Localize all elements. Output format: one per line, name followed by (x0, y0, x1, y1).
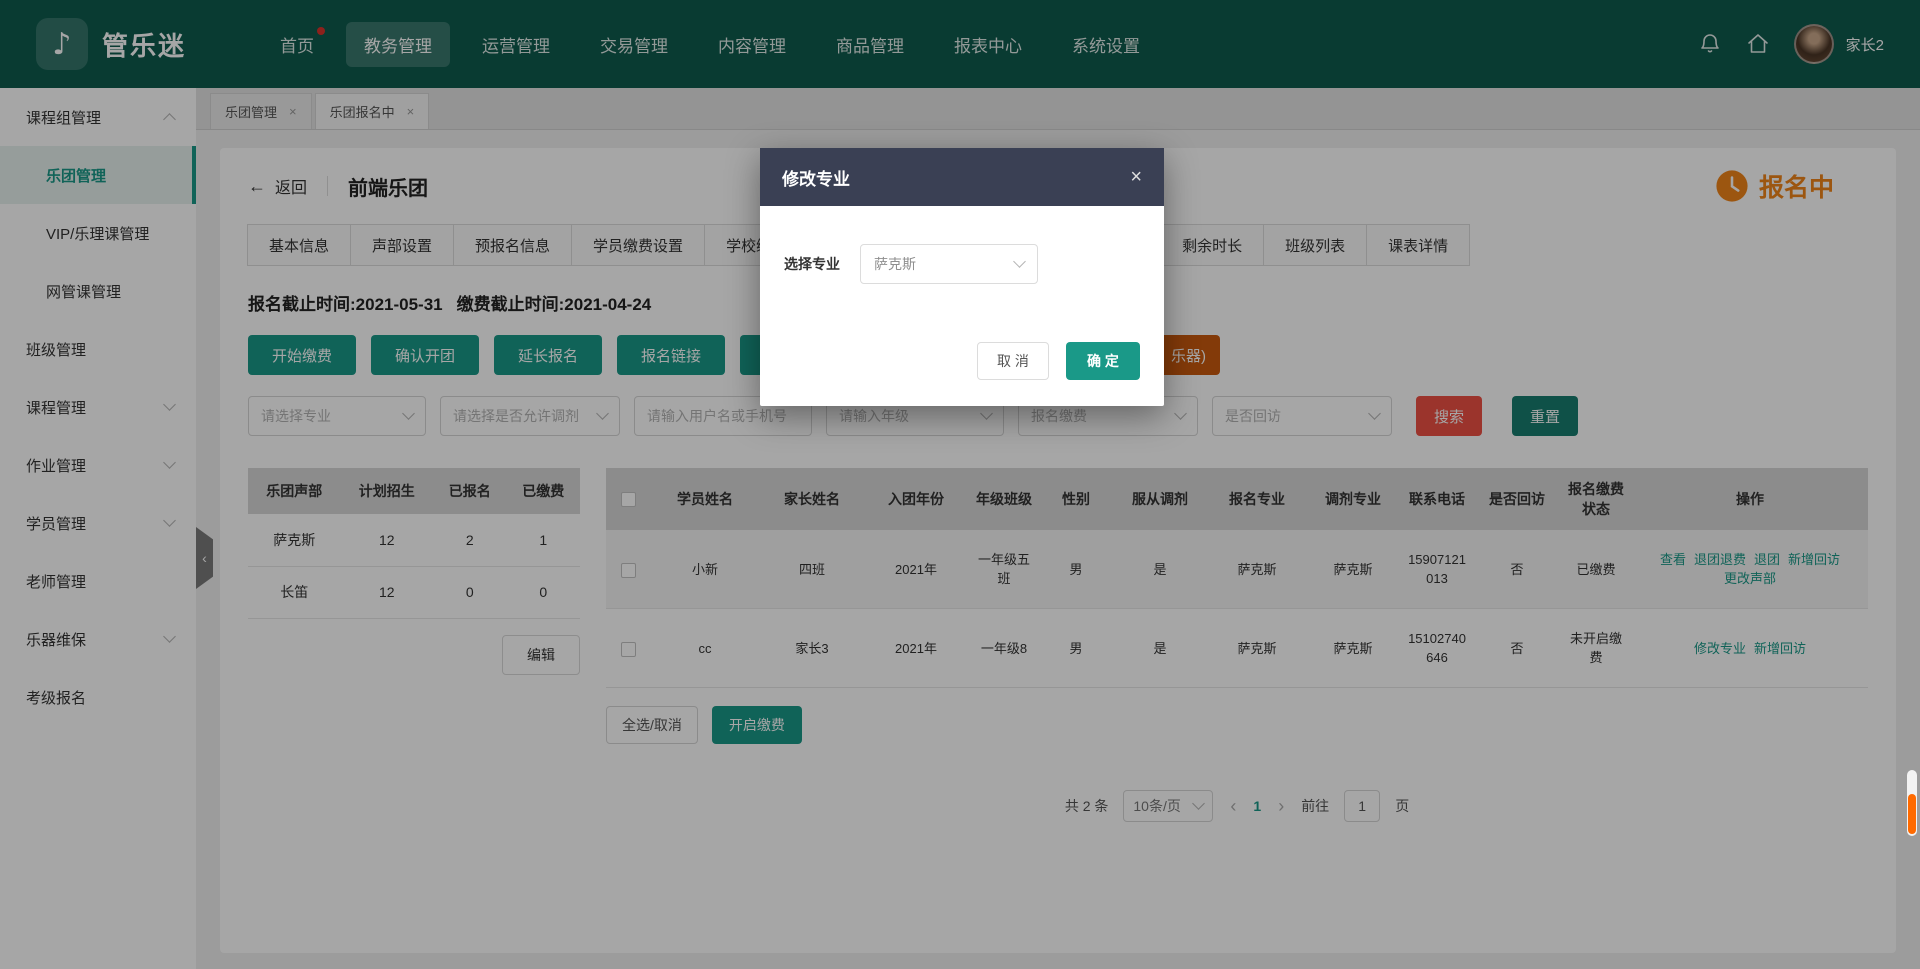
modal-body: 选择专业 萨克斯 (760, 206, 1164, 284)
close-icon[interactable]: × (1130, 166, 1142, 189)
modal-title: 修改专业 (782, 165, 850, 190)
modify-major-modal: 修改专业 × 选择专业 萨克斯 取 消 确 定 (760, 148, 1164, 406)
confirm-button[interactable]: 确 定 (1066, 342, 1140, 380)
major-dropdown[interactable]: 萨克斯 (860, 244, 1038, 284)
chevron-down-icon (1013, 255, 1026, 268)
scrollbar-thumb[interactable] (1908, 794, 1916, 834)
modal-mask (0, 0, 1920, 969)
page-scrollbar (1907, 770, 1917, 836)
app-root: ♪ 管乐迷 首页 教务管理 运营管理 交易管理 内容管理 商品管理 报表中心 系… (0, 0, 1920, 969)
modal-header: 修改专业 × (760, 148, 1164, 206)
cancel-button[interactable]: 取 消 (977, 342, 1049, 380)
select-major-label: 选择专业 (784, 254, 840, 274)
modal-footer: 取 消 确 定 (760, 284, 1164, 406)
